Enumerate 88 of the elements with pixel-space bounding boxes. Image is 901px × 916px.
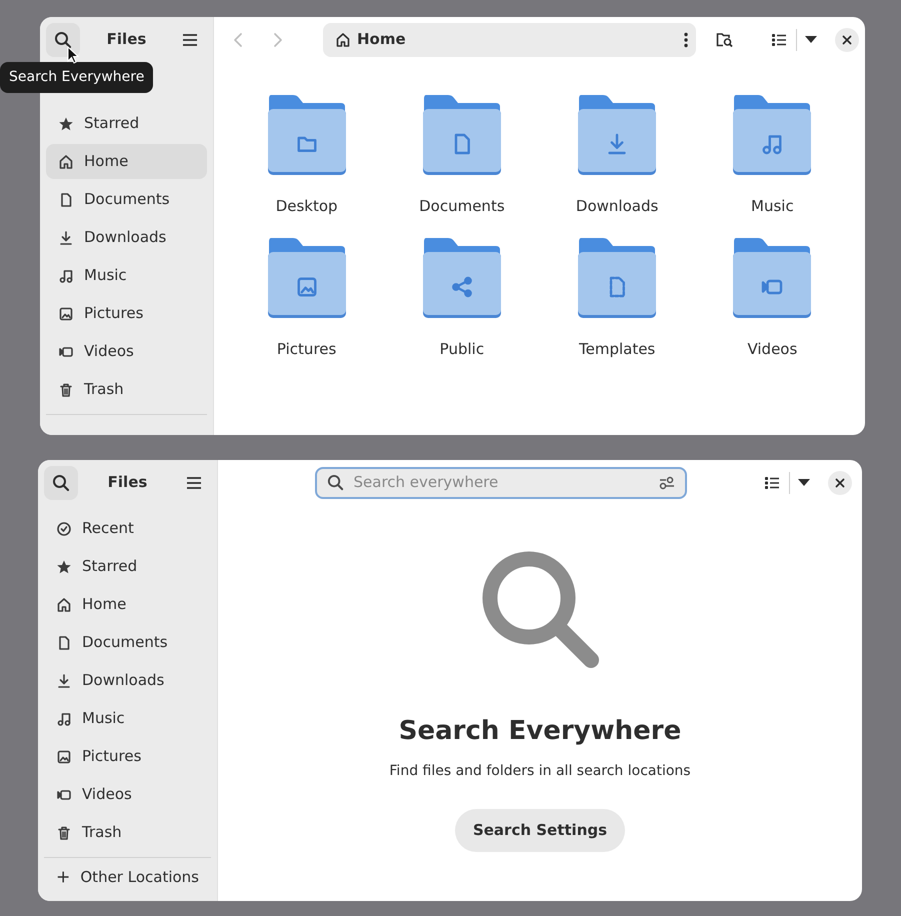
app-title: Files (108, 472, 148, 494)
download-icon (56, 672, 72, 688)
house-icon (58, 154, 74, 170)
document-icon (56, 634, 72, 650)
sidebar-item[interactable]: Starred (44, 549, 211, 584)
tooltip: Search Everywhere (0, 62, 154, 93)
search-settings-button[interactable]: Search Settings (455, 809, 625, 852)
folder-icon (577, 238, 658, 320)
folder-item[interactable]: Music (694, 95, 850, 218)
path-bar[interactable]: Home (323, 22, 696, 56)
sidebar-item[interactable]: Home (46, 144, 207, 179)
house-icon (335, 32, 351, 48)
path-segment[interactable]: Home (357, 28, 678, 51)
folder-label: Templates (578, 338, 656, 360)
sidebar-item[interactable]: Pictures (44, 739, 211, 774)
sidebar-item[interactable]: Videos (44, 777, 211, 812)
sidebar-item[interactable]: Documents (46, 182, 207, 217)
trash-icon (56, 824, 72, 840)
empty-state-description: Find files and folders in all search locations (389, 762, 691, 781)
music-note-icon (58, 268, 74, 284)
sidebar-item[interactable]: Music (44, 701, 211, 736)
folder-label: Pictures (276, 338, 336, 360)
folder-icon (577, 95, 658, 177)
image-icon (56, 748, 72, 764)
search-icon (52, 474, 70, 492)
caret-icon (798, 478, 810, 486)
folder-search-icon (716, 32, 734, 48)
caret-icon (805, 36, 817, 44)
sidebar-item[interactable]: Trash (46, 372, 207, 407)
app-title: Files (106, 29, 146, 50)
close-icon (842, 34, 852, 44)
sidebar-item[interactable]: Pictures (46, 296, 207, 331)
folder-icon (422, 238, 502, 320)
close-icon (835, 478, 845, 488)
folder-label: Downloads (576, 196, 658, 217)
list-view-icon (771, 32, 787, 46)
search-filter-icon (658, 476, 674, 490)
folder-icon (732, 95, 812, 177)
image-icon (58, 306, 74, 322)
kebab-menu-icon (684, 32, 688, 48)
folder-item[interactable]: Public (384, 238, 540, 360)
trash-icon (58, 382, 74, 398)
search-field[interactable]: Search everywhere (314, 466, 686, 498)
sidebar-item[interactable]: Videos (46, 334, 207, 369)
menu-icon (186, 476, 202, 490)
sidebar-item[interactable]: Downloads (44, 663, 211, 698)
search-button[interactable] (44, 466, 78, 500)
folder-label: Documents (419, 196, 505, 217)
search-icon (54, 30, 72, 48)
folder-label: Public (440, 338, 484, 360)
search-input[interactable]: Search everywhere (354, 471, 648, 494)
folder-icon (422, 95, 502, 177)
close-button[interactable] (835, 28, 859, 52)
folder-item[interactable]: Pictures (229, 238, 384, 360)
folder-item[interactable]: Documents (384, 95, 540, 218)
house-icon (56, 596, 72, 612)
folder-icon (266, 238, 347, 320)
mouse-cursor-icon (67, 46, 79, 65)
folder-icon (732, 238, 812, 320)
folder-item[interactable]: Videos (694, 238, 850, 360)
sidebar-item[interactable]: Music (46, 258, 207, 293)
search-icon (326, 474, 344, 491)
folder-item[interactable]: Desktop (229, 95, 384, 218)
sidebar-item[interactable]: Documents (44, 625, 211, 660)
folder-label: Videos (747, 338, 798, 360)
sidebar-item[interactable]: Home (44, 587, 211, 622)
folder-item[interactable]: Downloads (540, 95, 695, 218)
menu-icon (182, 32, 198, 46)
sidebar-item[interactable]: Recent (44, 511, 211, 546)
document-icon (58, 192, 74, 208)
sidebar-item[interactable]: Starred (46, 106, 207, 141)
sidebar-item[interactable]: Downloads (46, 220, 207, 255)
sidebar-item[interactable]: Trash (44, 815, 211, 850)
chevron-right-icon (273, 32, 283, 48)
plus-icon (56, 869, 70, 885)
close-button[interactable] (828, 470, 852, 494)
folder-item[interactable]: Templates (540, 238, 695, 360)
star-icon (58, 116, 74, 132)
other-locations-item[interactable]: Other Locations (44, 858, 211, 896)
download-icon (58, 230, 74, 246)
folder-label: Music (751, 196, 794, 217)
list-view-icon (764, 476, 780, 490)
star-icon (56, 558, 72, 574)
music-note-icon (56, 710, 72, 726)
folder-icon (266, 95, 347, 177)
empty-state-title: Search Everywhere (398, 715, 682, 748)
folder-label: Desktop (276, 196, 338, 217)
chevron-left-icon (233, 32, 243, 48)
